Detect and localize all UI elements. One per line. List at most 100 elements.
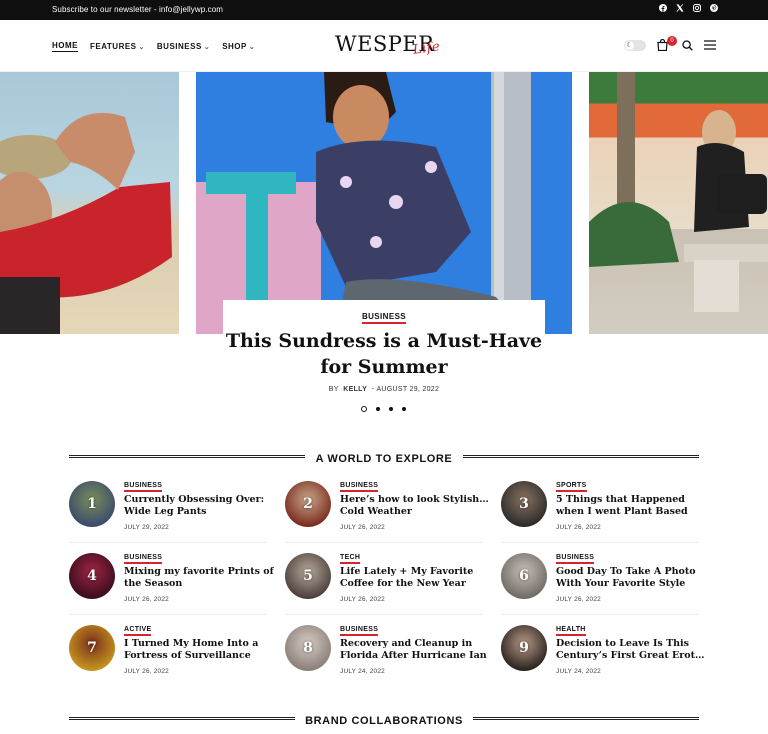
hero-date: AUGUST 29, 2022: [376, 386, 440, 393]
post-date: JULY 26, 2022: [340, 596, 386, 603]
post-title[interactable]: Here’s how to look Stylish in Cold Weathe…: [340, 494, 490, 518]
post-category[interactable]: BUSINESS: [124, 553, 163, 564]
post-title-line: With Your Favorite Style: [556, 578, 686, 589]
instagram-icon[interactable]: [693, 4, 701, 12]
post-category[interactable]: BUSINESS: [340, 625, 379, 636]
post-item[interactable]: 7 ACTIVE I Turned My Home Into a Fortress o…: [69, 625, 269, 685]
chevron-down-icon: ⌄: [138, 43, 145, 51]
post-category[interactable]: ACTIVE: [124, 625, 152, 636]
post-date: JULY 26, 2022: [556, 596, 602, 603]
nav-item-label: SHOP: [222, 42, 247, 51]
heading-rule: [69, 717, 295, 720]
chevron-down-icon: ⌄: [203, 43, 211, 51]
header-actions: ☾ 0: [624, 36, 716, 51]
post-category[interactable]: SPORTS: [556, 481, 587, 492]
post-item[interactable]: 8 BUSINESS Recovery and Cleanup in Florida …: [285, 625, 487, 685]
post-item[interactable]: 3 SPORTS 5 Things that Happened when I went…: [501, 481, 701, 541]
post-date: JULY 26, 2022: [340, 524, 386, 531]
chevron-down-icon: ⌄: [248, 43, 256, 51]
post-title[interactable]: Recovery and Cleanup in Florida After Hur…: [340, 638, 490, 662]
post-number: 1: [87, 496, 97, 512]
post-category[interactable]: HEALTH: [556, 625, 586, 636]
slide-image-active[interactable]: [196, 72, 572, 334]
row-divider: [501, 542, 699, 543]
pinterest-icon[interactable]: [710, 4, 718, 12]
post-title-line: Florida After Hurricane Ian: [340, 650, 487, 661]
post-category[interactable]: BUSINESS: [124, 481, 163, 492]
nav-item-shop[interactable]: SHOP ⌄: [222, 41, 255, 52]
slider-dot-3[interactable]: [389, 407, 393, 411]
nav-item-business[interactable]: BUSINESS ⌄: [157, 41, 210, 52]
post-title-line: Mixing my favorite Prints of: [124, 566, 274, 577]
hero-title[interactable]: This Sundress is a Must-Have for Summer: [223, 328, 545, 380]
post-title-line: 5 Things that Happened: [556, 494, 685, 505]
slider-dot-4[interactable]: [402, 407, 406, 411]
hero-title-line: for Summer: [320, 356, 448, 378]
post-title-line: the Season: [124, 578, 183, 589]
post-item[interactable]: 2 BUSINESS Here’s how to look Stylish in Co…: [285, 481, 490, 541]
post-category[interactable]: BUSINESS: [340, 481, 379, 492]
post-date: JULY 24, 2022: [340, 668, 386, 675]
logo-script: Life: [412, 39, 442, 58]
search-icon[interactable]: [682, 39, 693, 51]
post-title[interactable]: Decision to Leave Is This Century’s First…: [556, 638, 706, 662]
slider-dot-1[interactable]: [361, 406, 367, 412]
nav-item-label: HOME: [52, 41, 78, 52]
slider-dot-2[interactable]: [376, 407, 380, 411]
byline-prefix: BY: [328, 386, 339, 393]
post-title-line: Currently Obsessing Over:: [124, 494, 265, 505]
row-divider: [501, 614, 699, 615]
post-title-line: Good Day To Take A Photo: [556, 566, 696, 577]
row-divider: [69, 542, 267, 543]
post-item[interactable]: 1 BUSINESS Currently Obsessing Over: Wide L…: [69, 481, 269, 541]
site-logo[interactable]: WESPER Life: [335, 32, 441, 58]
post-category[interactable]: BUSINESS: [556, 553, 595, 564]
post-item[interactable]: 9 HEALTH Decision to Leave Is This Century’…: [501, 625, 706, 685]
post-date: JULY 26, 2022: [124, 668, 170, 675]
post-title-line: Wide Leg Pants: [124, 506, 207, 517]
post-category[interactable]: TECH: [340, 553, 361, 564]
post-title-line: Fortress of Surveillance: [124, 650, 251, 661]
row-divider: [285, 614, 483, 615]
post-number: 6: [519, 568, 529, 584]
post-title-line: when I went Plant Based: [556, 506, 688, 517]
post-title-line: Cold Weather: [340, 506, 412, 517]
x-icon[interactable]: [676, 4, 684, 12]
social-links: [659, 4, 718, 12]
hero-title-line: This Sundress is a Must-Have: [225, 330, 543, 352]
post-title[interactable]: Mixing my favorite Prints of the Season: [124, 566, 274, 590]
nav-item-features[interactable]: FEATURES ⌄: [90, 41, 145, 52]
post-number: 4: [87, 568, 97, 584]
post-number: 8: [303, 640, 313, 656]
heading-rule: [473, 717, 699, 720]
menu-icon[interactable]: [704, 40, 716, 50]
post-title[interactable]: I Turned My Home Into a Fortress of Surve…: [124, 638, 274, 662]
post-title[interactable]: 5 Things that Happened when I went Plant …: [556, 494, 706, 518]
woman-on-phone-image: [196, 72, 531, 334]
author-link[interactable]: KELLY: [343, 386, 367, 393]
post-title[interactable]: Life Lately + My Favorite Coffee for the …: [340, 566, 490, 590]
hero-category[interactable]: BUSINESS: [361, 312, 407, 324]
top-bar: Subscribe to our newsletter - info@jelly…: [0, 0, 768, 20]
main-nav: HOME FEATURES ⌄ BUSINESS ⌄ SHOP ⌄: [52, 41, 255, 52]
post-item[interactable]: 6 BUSINESS Good Day To Take A Photo With Yo…: [501, 553, 701, 613]
post-title[interactable]: Currently Obsessing Over: Wide Leg Pants: [124, 494, 274, 518]
post-date: JULY 26, 2022: [124, 596, 170, 603]
dark-mode-toggle[interactable]: ☾: [624, 39, 646, 51]
post-title-line: I Turned My Home Into a: [124, 638, 259, 649]
post-title[interactable]: Good Day To Take A Photo With Your Favori…: [556, 566, 706, 590]
facebook-icon[interactable]: [659, 4, 667, 12]
woman-in-hat-image: [0, 112, 172, 334]
hero-meta: BY KELLY - AUGUST 29, 2022: [223, 386, 545, 393]
post-item[interactable]: 4 BUSINESS Mixing my favorite Prints of the…: [69, 553, 274, 613]
slide-image-prev[interactable]: [0, 72, 179, 334]
row-divider: [285, 542, 483, 543]
post-item[interactable]: 5 TECH Life Lately + My Favorite Coffee for…: [285, 553, 485, 613]
cart-button[interactable]: 0: [657, 36, 677, 51]
section-heading-explore: A WORLD TO EXPLORE: [69, 449, 699, 466]
post-title-line: Coffee for the New Year: [340, 578, 466, 589]
slide-image-next[interactable]: [589, 72, 768, 334]
nav-item-home[interactable]: HOME: [52, 41, 78, 52]
hero-caption: BUSINESS This Sundress is a Must-Have fo…: [223, 300, 545, 400]
newsletter-text[interactable]: Subscribe to our newsletter - info@jelly…: [52, 5, 223, 14]
